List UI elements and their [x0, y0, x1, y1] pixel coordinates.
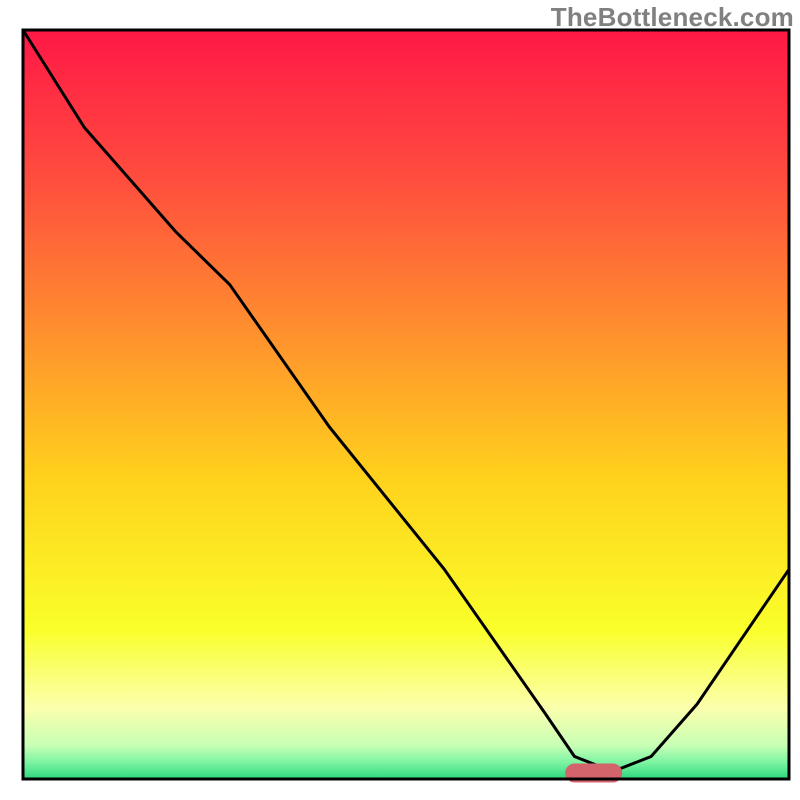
watermark-text: TheBottleneck.com	[551, 2, 794, 33]
plot-background	[23, 30, 789, 779]
bottleneck-plot	[0, 0, 800, 800]
chart-stage: TheBottleneck.com	[0, 0, 800, 800]
